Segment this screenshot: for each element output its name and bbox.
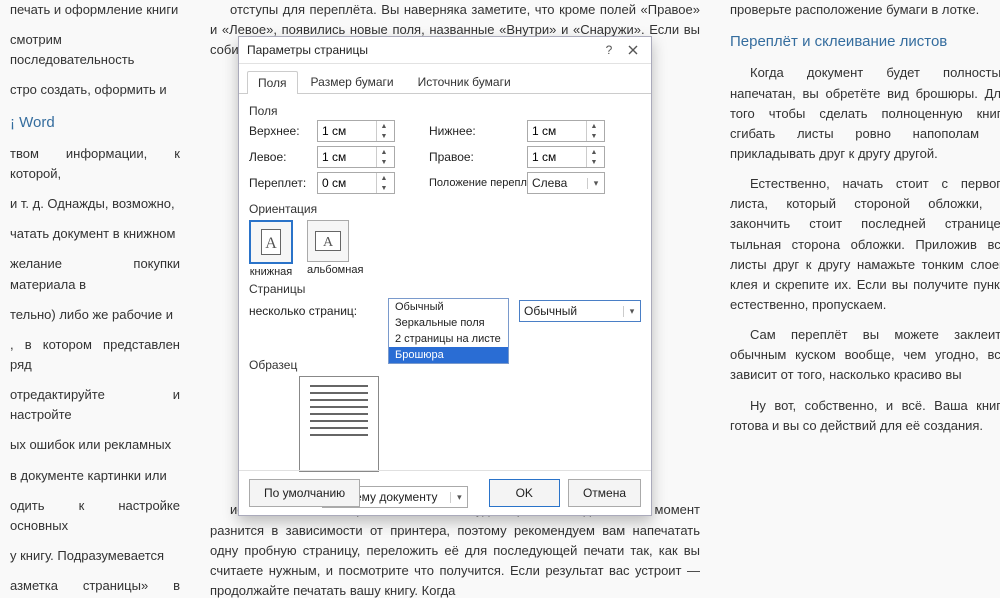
spinner-down-icon[interactable]: ▼ xyxy=(377,157,391,167)
bg-text: Когда документ будет полностью напечатан… xyxy=(730,63,1000,164)
spinner-up-icon[interactable]: ▲ xyxy=(587,147,601,157)
close-icon xyxy=(628,45,638,55)
bg-text: стро создать, оформить и xyxy=(10,80,180,100)
bg-text: смотрим последовательность xyxy=(10,30,180,70)
spinner-down-icon[interactable]: ▼ xyxy=(587,157,601,167)
gutter-position-label: Положение переплета: xyxy=(429,177,519,189)
bg-text: чатать документ в книжном xyxy=(10,224,180,244)
spinner-up-icon[interactable]: ▲ xyxy=(587,121,601,131)
bg-text: желание покупки материала в xyxy=(10,254,180,294)
pages-section-label: Страницы xyxy=(249,282,641,296)
bottom-margin-label: Нижнее: xyxy=(429,124,519,138)
page-setup-dialog: Параметры страницы ? Поля Размер бумаги … xyxy=(238,36,652,516)
right-margin-label: Правое: xyxy=(429,150,519,164)
orientation-landscape[interactable]: A альбомная xyxy=(307,220,363,278)
portrait-page-icon: A xyxy=(261,229,281,255)
bg-text: одить к настройке основных xyxy=(10,496,180,536)
chevron-down-icon: ▾ xyxy=(587,178,604,189)
bg-text: в документе картинки или xyxy=(10,466,180,486)
multiple-pages-dropdown[interactable]: Обычный Зеркальные поля 2 страницы на ли… xyxy=(388,298,509,364)
gutter-label: Переплет: xyxy=(249,176,309,190)
bg-heading: ¡ Word xyxy=(10,111,180,134)
bottom-margin-input[interactable]: ▲▼ xyxy=(527,120,605,142)
left-margin-input[interactable]: ▲▼ xyxy=(317,146,395,168)
bg-text: тельно) либо же рабочие и xyxy=(10,305,180,325)
multiple-pages-select[interactable]: Обычный ▾ xyxy=(519,300,641,322)
multiple-pages-label: несколько страниц: xyxy=(249,304,357,318)
orientation-landscape-label: альбомная xyxy=(307,264,363,276)
right-margin-input[interactable]: ▲▼ xyxy=(527,146,605,168)
gutter-position-select[interactable]: Слева ▾ xyxy=(527,172,605,194)
bg-text: Ну вот, собственно, и всё. Ваша книга го… xyxy=(730,396,1000,436)
help-button[interactable]: ? xyxy=(597,39,621,61)
tab-margins[interactable]: Поля xyxy=(247,71,298,94)
top-margin-label: Верхнее: xyxy=(249,124,309,138)
bg-text: , в котором представлен ряд xyxy=(10,335,180,375)
orientation-section-label: Ориентация xyxy=(249,202,641,216)
bg-text: отредактируйте и настройте xyxy=(10,385,180,425)
dropdown-option-mirror[interactable]: Зеркальные поля xyxy=(389,315,508,331)
fields-section-label: Поля xyxy=(249,104,641,118)
left-margin-label: Левое: xyxy=(249,150,309,164)
spinner-down-icon[interactable]: ▼ xyxy=(377,183,391,193)
spinner-down-icon[interactable]: ▼ xyxy=(587,131,601,141)
sample-preview xyxy=(299,376,379,472)
dropdown-option-booklet[interactable]: Брошюра xyxy=(389,347,508,363)
bg-text: твом информации, к которой, xyxy=(10,144,180,184)
bg-text: и т. д. Однажды, возможно, xyxy=(10,194,180,214)
dropdown-option-two-per-sheet[interactable]: 2 страницы на листе xyxy=(389,331,508,347)
orientation-portrait[interactable]: A книжная xyxy=(249,220,293,278)
bg-text: ых ошибок или рекламных xyxy=(10,435,180,455)
spinner-down-icon[interactable]: ▼ xyxy=(377,131,391,141)
ok-button[interactable]: OK xyxy=(489,479,560,507)
bg-text: проверьте расположение бумаги в лотке. xyxy=(730,0,1000,20)
close-button[interactable] xyxy=(621,39,645,61)
spinner-up-icon[interactable]: ▲ xyxy=(377,147,391,157)
landscape-page-icon: A xyxy=(315,231,341,251)
bg-text: Сам переплёт вы можете заклеить обычным … xyxy=(730,325,1000,385)
spinner-up-icon[interactable]: ▲ xyxy=(377,121,391,131)
bg-text: Естественно, начать стоит с первого лист… xyxy=(730,174,1000,315)
chevron-down-icon: ▾ xyxy=(623,306,640,317)
tab-source[interactable]: Источник бумаги xyxy=(407,70,522,93)
tab-paper[interactable]: Размер бумаги xyxy=(300,70,405,93)
cancel-button[interactable]: Отмена xyxy=(568,479,641,507)
default-button[interactable]: По умолчанию xyxy=(249,479,360,507)
spinner-up-icon[interactable]: ▲ xyxy=(377,173,391,183)
gutter-input[interactable]: ▲▼ xyxy=(317,172,395,194)
top-margin-input[interactable]: ▲▼ xyxy=(317,120,395,142)
bg-text: у книгу. Подразумевается xyxy=(10,546,180,566)
svg-text:A: A xyxy=(265,235,277,252)
orientation-portrait-label: книжная xyxy=(250,266,293,278)
svg-text:A: A xyxy=(323,235,334,250)
bg-text: азметка страницы» в верхней xyxy=(10,576,180,598)
bg-heading: Переплёт и склеивание листов xyxy=(730,30,1000,53)
dialog-title: Параметры страницы xyxy=(247,43,597,57)
dropdown-option-normal[interactable]: Обычный xyxy=(389,299,508,315)
bg-text: печать и оформление книги xyxy=(10,0,180,20)
